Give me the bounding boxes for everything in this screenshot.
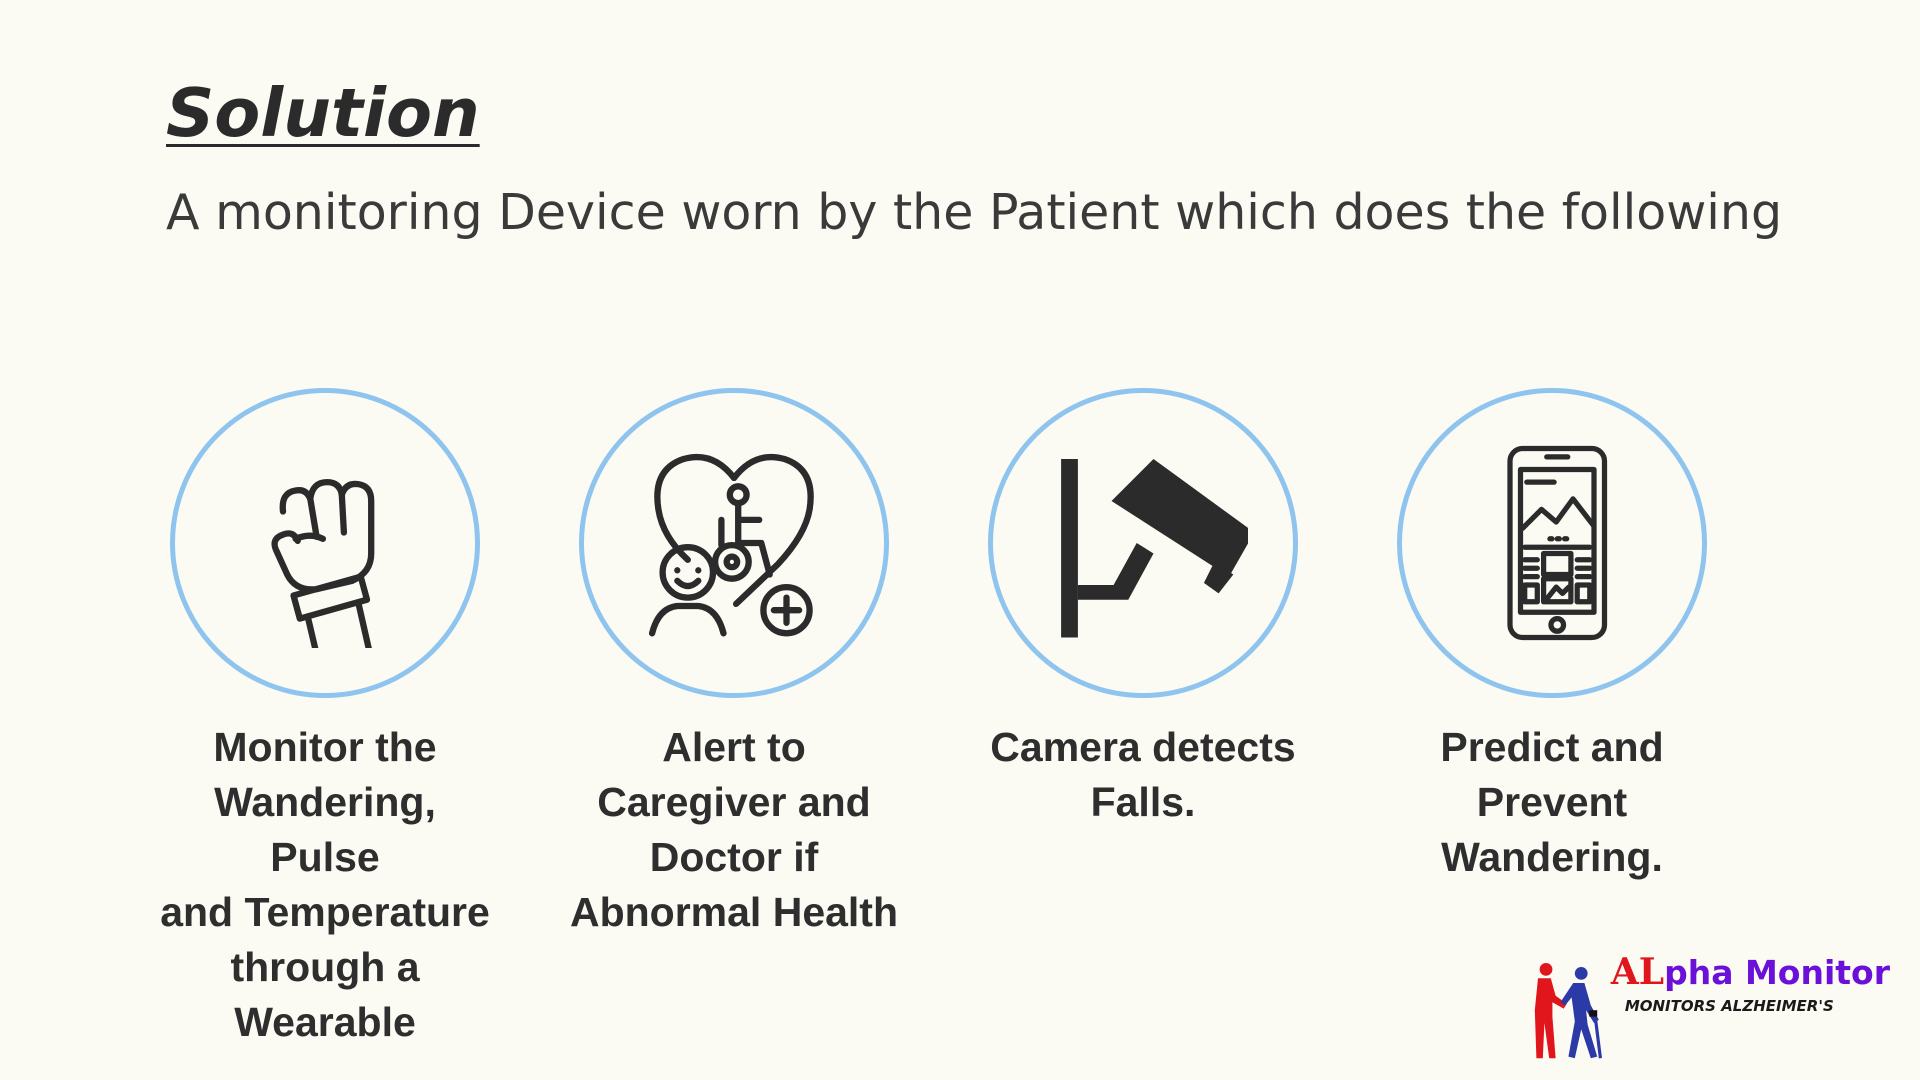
feature-predict: Predict and Prevent Wandering. [1392, 388, 1712, 885]
slide-subtitle: A monitoring Device worn by the Patient … [166, 184, 1783, 241]
feature-circle [988, 388, 1298, 698]
feature-circle [1397, 388, 1707, 698]
feature-circle [579, 388, 889, 698]
slide: Solution A monitoring Device worn by the… [0, 0, 1920, 1080]
caption-line: Wandering. [1441, 834, 1663, 880]
feature-caption: Camera detects Falls. [973, 720, 1313, 830]
feature-alert: Alert to Caregiver and Doctor if Abnorma… [570, 388, 898, 940]
logo-name-prefix: AL [1610, 951, 1665, 993]
caption-line: Abnormal Health [569, 889, 899, 935]
caption-line: through a [230, 944, 420, 990]
slide-title: Solution [166, 74, 480, 152]
caption-line: Doctor if [649, 834, 819, 880]
caption-line: Prevent [1476, 779, 1628, 825]
caption-line: Wandering, Pulse [214, 779, 436, 880]
caption-line: Predict and [1440, 724, 1664, 770]
logo-tagline: MONITORS ALZHEIMER'S [1624, 997, 1834, 1015]
logo-text: ALpha Monitor MONITORS ALZHEIMER'S [1611, 952, 1890, 1015]
brand-logo: ALpha Monitor MONITORS ALZHEIMER'S [1530, 950, 1890, 1070]
caption-line: Wearable [234, 999, 416, 1045]
caption-line: Alert to [662, 724, 806, 770]
security-camera-icon [1061, 459, 1248, 638]
caption-line: Monitor the [213, 724, 437, 770]
caption-line: and Temperature [160, 889, 490, 935]
feature-caption: Predict and Prevent Wandering. [1382, 720, 1722, 885]
feature-caption: Alert to Caregiver and Doctor if Abnorma… [564, 720, 904, 940]
heart-wheelchair-plus-icon [648, 453, 814, 637]
logo-name-rest: pha Monitor [1664, 953, 1890, 992]
feature-camera: Camera detects Falls. [983, 388, 1303, 830]
caption-line: Camera detects [990, 724, 1296, 770]
feature-wearable: Monitor the Wandering, Pulse and Tempera… [160, 388, 490, 1050]
raised-fist-wristband-icon [271, 478, 375, 648]
caption-line: Falls. [1090, 779, 1196, 825]
logo-name: ALpha Monitor [1611, 952, 1890, 993]
caption-line: Caregiver and [597, 779, 871, 825]
caregiver-with-elder-icon [1534, 962, 1603, 1059]
feature-circle [170, 388, 480, 698]
feature-caption: Monitor the Wandering, Pulse and Tempera… [155, 720, 495, 1050]
smartphone-app-icon [1507, 445, 1608, 641]
